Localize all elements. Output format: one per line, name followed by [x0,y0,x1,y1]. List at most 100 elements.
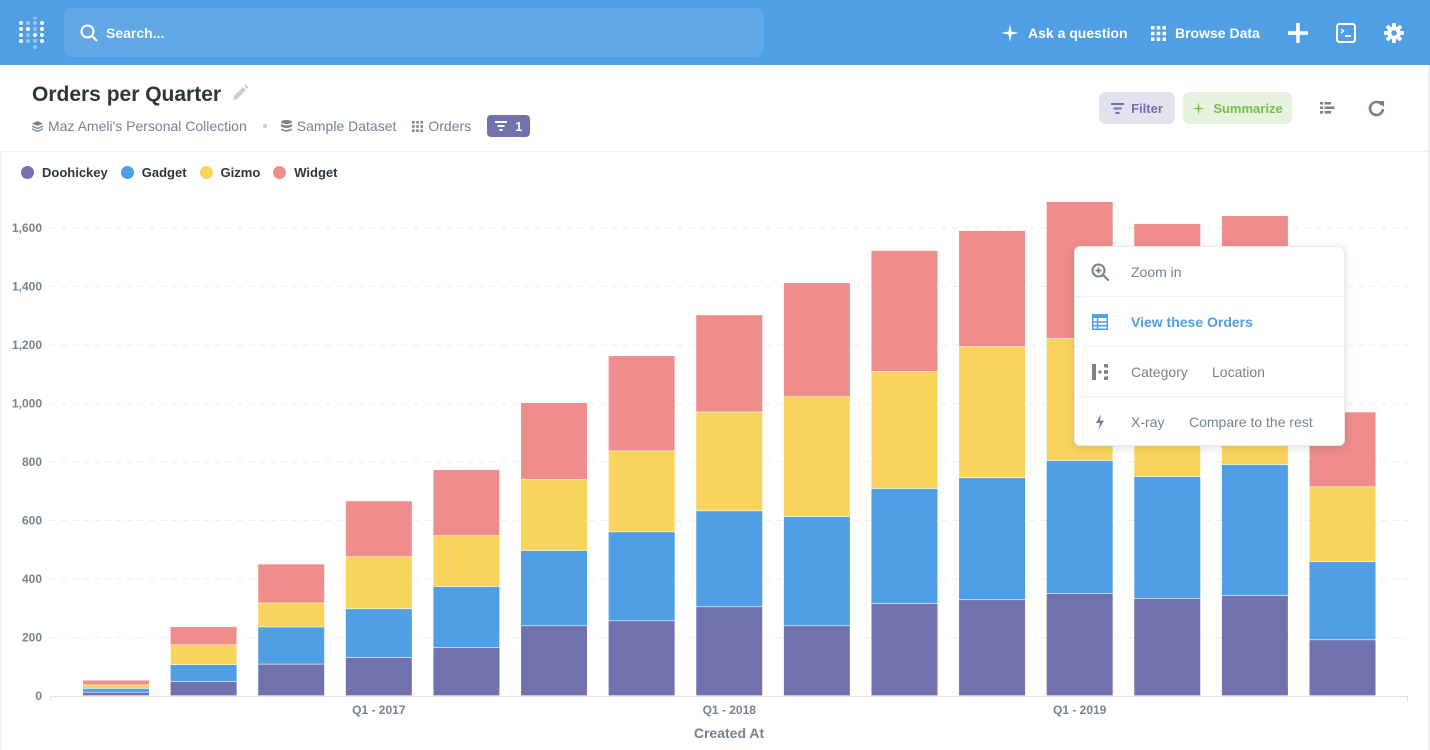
bar-segment-doohickey[interactable] [1134,598,1201,696]
legend-item-widget[interactable]: Widget [273,165,338,180]
new-button[interactable] [1286,21,1310,45]
legend-item-gizmo[interactable]: Gizmo [199,165,260,180]
bar-stack[interactable] [345,501,412,696]
gear-icon [1384,23,1404,43]
xray-action[interactable]: X-ray [1131,414,1164,430]
bar-segment-gizmo[interactable] [170,645,237,665]
metabase-logo-icon[interactable] [18,15,46,49]
legend-item-doohickey[interactable]: Doohickey [21,165,108,180]
bar-segment-doohickey[interactable] [871,603,938,696]
bar-stack[interactable] [258,564,325,696]
filter-button[interactable]: Filter [1099,92,1175,124]
bar-segment-gizmo[interactable] [345,557,412,609]
bar-stack[interactable] [608,356,675,696]
bar-segment-gadget[interactable] [83,688,149,692]
breakout-category-action[interactable]: Category [1131,364,1188,380]
ask-question-button[interactable]: Ask a question [1001,20,1128,46]
bar-segment-widget[interactable] [83,680,149,685]
bar-segment-widget[interactable] [783,282,850,397]
bar-segment-gizmo[interactable] [696,412,763,511]
bar-segment-widget[interactable] [959,230,1026,347]
bar-stack[interactable] [170,626,237,696]
bar-segment-doohickey[interactable] [1221,595,1288,696]
y-tick-label: 1,600 [12,221,42,235]
bar-stack[interactable] [83,680,149,696]
bar-segment-gizmo[interactable] [783,397,850,517]
bar-segment-doohickey[interactable] [433,648,500,696]
bar-segment-widget[interactable] [258,564,325,603]
bar-segment-gadget[interactable] [345,609,412,658]
bar-segment-gadget[interactable] [521,550,588,626]
bar-segment-widget[interactable] [433,469,500,536]
breadcrumb-table[interactable]: Orders [412,118,471,134]
bar-segment-gadget[interactable] [258,627,325,664]
bar-stack[interactable] [521,402,588,696]
compare-to-rest-action[interactable]: Compare to the rest [1189,414,1313,430]
bar-segment-widget[interactable] [170,626,237,645]
page-title[interactable]: Orders per Quarter [32,83,221,107]
filter-count-badge[interactable]: 1 [487,115,531,137]
pencil-icon[interactable] [231,84,249,107]
legend-item-gadget[interactable]: Gadget [120,165,187,180]
bar-stack[interactable] [783,282,850,696]
bar-segment-doohickey[interactable] [783,626,850,696]
bar-segment-gadget[interactable] [959,478,1026,600]
bar-segment-gadget[interactable] [1221,464,1288,596]
bar-segment-gadget[interactable] [1309,562,1376,640]
bar-segment-widget[interactable] [345,501,412,557]
bar-segment-gizmo[interactable] [521,479,588,551]
notebook-toggle-button[interactable] [1317,98,1337,118]
summarize-button[interactable]: Summarize [1183,92,1292,124]
bar-stack[interactable] [696,315,763,696]
bar-stack[interactable] [1309,412,1376,696]
settings-button[interactable] [1382,21,1406,45]
bar-segment-gizmo[interactable] [433,536,500,587]
sql-editor-button[interactable] [1334,21,1358,45]
bar-segment-widget[interactable] [521,402,588,480]
bar-segment-gizmo[interactable] [959,347,1026,478]
zoom-in-action[interactable]: Zoom in [1131,264,1182,280]
breadcrumb-database[interactable]: Sample Dataset [280,118,396,134]
collection-name: Maz Ameli's Personal Collection [48,118,247,134]
bar-segment-doohickey[interactable] [258,664,325,696]
bar-segment-gadget[interactable] [696,511,763,607]
view-orders-action[interactable]: View these Orders [1131,314,1253,330]
bar-stack[interactable] [871,250,938,696]
bar-segment-doohickey[interactable] [608,621,675,696]
bar-segment-gadget[interactable] [433,586,500,648]
bar-segment-doohickey[interactable] [1309,640,1376,696]
breakout-location-action[interactable]: Location [1212,364,1265,380]
bar-segment-gizmo[interactable] [258,603,325,627]
bar-segment-doohickey[interactable] [83,692,149,696]
bar-segment-gizmo[interactable] [83,685,149,689]
bar-segment-doohickey[interactable] [959,600,1026,696]
bar-segment-gizmo[interactable] [871,371,938,489]
bar-segment-doohickey[interactable] [345,657,412,696]
bar-segment-gadget[interactable] [170,664,237,682]
bar-segment-widget[interactable] [696,315,763,412]
bar-segment-doohickey[interactable] [170,681,237,696]
browse-data-button[interactable]: Browse Data [1151,20,1260,46]
bar-segment-gadget[interactable] [783,516,850,626]
browse-data-label: Browse Data [1175,25,1260,41]
bar-segment-doohickey[interactable] [521,626,588,696]
bar-stack[interactable] [959,230,1026,696]
search-input[interactable]: Search... [64,8,764,57]
sparkle-icon [1001,24,1019,42]
bar-segment-widget[interactable] [871,250,938,372]
bar-segment-widget[interactable] [608,356,675,451]
x-axis: Q1 - 2017 Q1 - 2018 Q1 - 2019 Created At [50,696,1408,741]
bar-segment-gadget[interactable] [1134,476,1201,599]
breadcrumb-collection[interactable]: Maz Ameli's Personal Collection [32,118,247,134]
legend-dot [120,166,134,179]
bar-segment-doohickey[interactable] [1046,593,1113,696]
bar-segment-gadget[interactable] [1046,460,1113,594]
bar-segment-gadget[interactable] [871,488,938,604]
filter-label: Filter [1131,100,1163,116]
bar-segment-gizmo[interactable] [1309,487,1376,562]
bar-segment-doohickey[interactable] [696,607,763,696]
bar-stack[interactable] [433,469,500,696]
bar-segment-gadget[interactable] [608,532,675,621]
refresh-button[interactable] [1366,98,1386,118]
bar-segment-gizmo[interactable] [608,451,675,532]
